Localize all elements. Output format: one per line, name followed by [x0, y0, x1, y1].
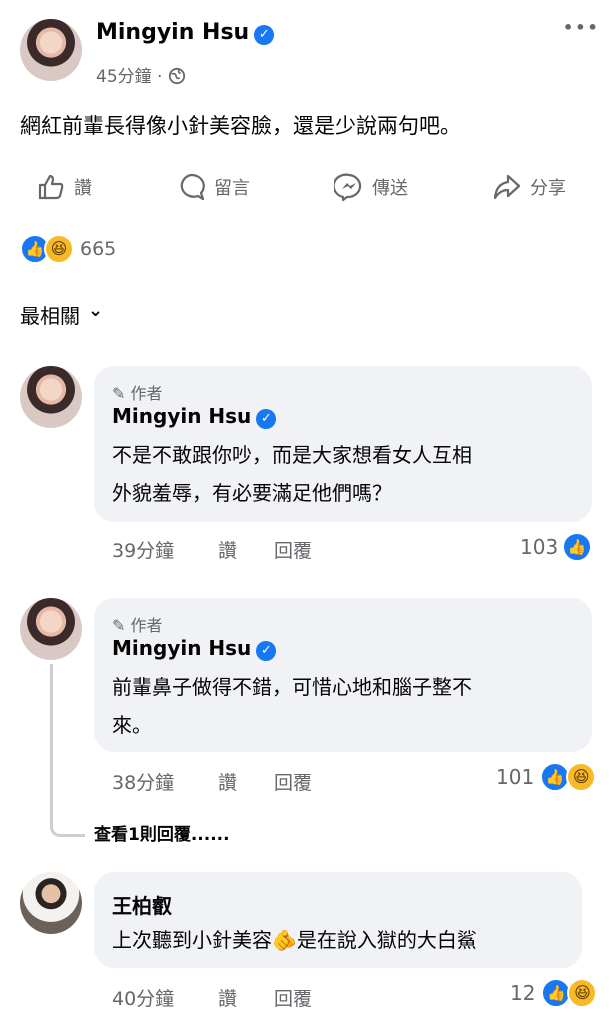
post-text: 網紅前輩長得像小針美容臉，還是少說兩句吧。	[20, 114, 461, 138]
verified-badge-icon: ✓	[256, 408, 277, 429]
author-tag: ✎ 作者	[112, 616, 163, 635]
comment-label: 留言	[214, 178, 250, 199]
comment-text: 上次聽到小針美容🫵是在說入獄的大白鯊	[112, 928, 477, 952]
comment-reaction-count: 12	[510, 981, 536, 1005]
view-replies-link[interactable]: 查看1則回覆......	[94, 820, 230, 845]
comment-bubble: ✎ 作者 Mingyin Hsu ✓ 不是不敢跟你吵，而是大家想看女人互相 外貌…	[94, 366, 592, 522]
verified-badge-icon: ✓	[254, 24, 275, 45]
comment-reply-button[interactable]: 回覆	[274, 536, 312, 563]
share-button[interactable]: 分享	[492, 172, 566, 202]
comment-button[interactable]: 留言	[176, 172, 250, 202]
share-arrow-icon	[493, 174, 521, 200]
haha-reaction-icon: 😆	[566, 762, 597, 792]
comment-bubble-icon	[180, 173, 205, 201]
verified-badge-icon: ✓	[256, 640, 277, 661]
thumbs-up-icon	[38, 174, 64, 200]
post-author-name[interactable]: Mingyin Hsu	[96, 20, 249, 45]
comment-reactions[interactable]: 12 👍 😆	[510, 978, 598, 1008]
comment-time[interactable]: 38分鐘	[112, 768, 174, 795]
comment-like-button[interactable]: 讚	[218, 768, 237, 795]
comment-author-row: Mingyin Hsu ✓	[112, 636, 277, 661]
send-label: 傳送	[372, 178, 408, 199]
comment-like-button[interactable]: 讚	[218, 536, 237, 563]
comment-avatar[interactable]	[20, 366, 82, 428]
reaction-summary[interactable]: 👍 😆 665	[20, 234, 116, 264]
comment-time[interactable]: 39分鐘	[112, 536, 174, 563]
author-tag: ✎ 作者	[112, 384, 163, 403]
comment-bubble: 王柏叡 上次聽到小針美容🫵是在說入獄的大白鯊	[94, 872, 582, 968]
comment-author-name[interactable]: Mingyin Hsu	[112, 404, 251, 428]
comment-bubble: ✎ 作者 Mingyin Hsu ✓ 前輩鼻子做得不錯，可惜心地和腦子整不 來。	[94, 598, 592, 752]
comment-author-name[interactable]: Mingyin Hsu	[112, 636, 251, 660]
pencil-icon: ✎	[112, 384, 126, 403]
comment-like-button[interactable]: 讚	[218, 984, 237, 1011]
comment-text: 前輩鼻子做得不錯，可惜心地和腦子整不 來。	[112, 675, 472, 737]
comment-text: 不是不敢跟你吵，而是大家想看女人互相 外貌羞辱，有必要滿足他們嗎？	[112, 443, 472, 505]
pencil-icon: ✎	[112, 616, 126, 635]
sort-label: 最相關	[20, 304, 80, 328]
comment-reply-button[interactable]: 回覆	[274, 984, 312, 1011]
pointing-emoji-icon: 🫵	[272, 928, 297, 952]
author-avatar[interactable]	[20, 19, 82, 81]
comment-avatar[interactable]	[20, 872, 82, 934]
meta-separator: ·	[157, 67, 163, 87]
post-author-row: Mingyin Hsu ✓	[96, 20, 275, 45]
comment-reaction-count: 103	[520, 535, 559, 559]
like-button[interactable]: 讚	[36, 172, 92, 202]
messenger-icon	[334, 173, 362, 202]
share-label: 分享	[530, 178, 566, 199]
send-button[interactable]: 傳送	[334, 172, 408, 202]
like-reaction-icon: 👍	[562, 532, 593, 562]
comment-author-name[interactable]: 王柏叡	[112, 890, 172, 919]
reaction-count: 665	[80, 238, 117, 260]
haha-reaction-icon: 😆	[567, 978, 598, 1008]
comment-reactions[interactable]: 101 👍 😆	[496, 762, 597, 792]
like-label: 讚	[74, 178, 92, 199]
comment-avatar[interactable]	[20, 598, 82, 660]
comment-reactions[interactable]: 103 👍	[520, 532, 593, 562]
comment-reaction-count: 101	[496, 765, 535, 789]
more-options-icon[interactable]: •••	[563, 18, 600, 37]
comment-author-row: Mingyin Hsu ✓	[112, 404, 277, 429]
chevron-down-icon: ⌄	[88, 300, 104, 321]
globe-icon	[168, 67, 185, 85]
comment-reply-button[interactable]: 回覆	[274, 768, 312, 795]
haha-reaction-icon: 😆	[44, 234, 74, 264]
comment-time[interactable]: 40分鐘	[112, 984, 174, 1011]
post-time[interactable]: 45分鐘	[96, 67, 152, 87]
post-meta: 45分鐘 ·	[96, 62, 186, 87]
sort-dropdown[interactable]: 最相關 ⌄	[20, 300, 103, 329]
reply-thread-line	[50, 664, 85, 837]
